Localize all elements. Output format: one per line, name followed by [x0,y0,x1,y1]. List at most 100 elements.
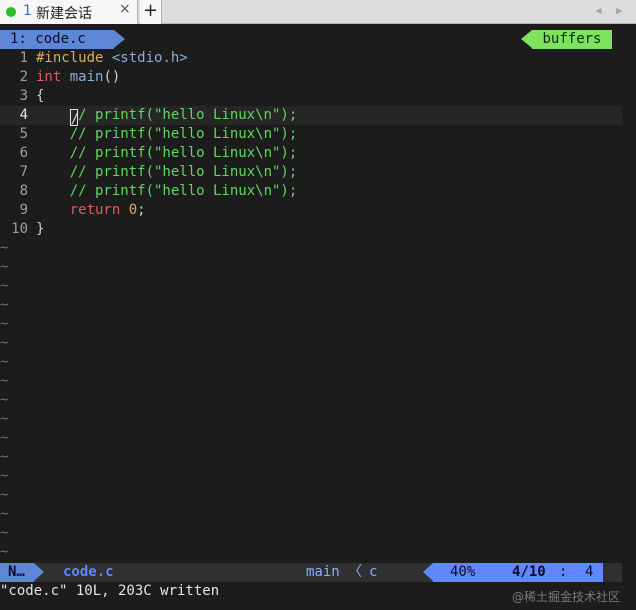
tab-number: 1 [23,3,32,19]
line-number: 2 [19,69,28,85]
close-icon[interactable]: × [119,1,131,17]
empty-line-marker: ~ [0,411,9,427]
editor-pane[interactable]: 1 #include <stdio.h> 2 int main() 3{4 // pri… [0,49,622,562]
code-token: int [36,69,62,85]
code-line[interactable]: 5 // printf("hello Linux\n"); [0,125,622,144]
code-text: // printf("hello Linux\n"); [36,163,298,182]
code-line[interactable]: 6 // printf("hello Linux\n"); [0,144,622,163]
empty-line-marker: ~ [0,297,9,313]
code-text: // printf("hello Linux\n"); [36,144,298,163]
code-line[interactable]: 4 // printf("hello Linux\n"); [0,106,622,127]
code-text: return 0; [36,201,146,220]
code-token: main [69,69,104,85]
code-text: // printf("hello Linux\n"); [36,106,298,127]
code-token: { [36,88,45,104]
empty-line-marker: ~ [0,468,9,484]
buffer-tab-active[interactable]: 1: code.c [0,30,114,49]
status-separator: 〈 [348,564,362,580]
terminal-tab[interactable]: 1 新建会话 × [0,0,138,24]
session-status-icon [6,7,16,17]
code-token: 0 [128,202,138,218]
status-filename: code.c [63,564,114,580]
code-token: } [36,221,45,237]
empty-line-marker: ~ [0,392,9,408]
code-text: // printf("hello Linux\n"); [36,125,298,144]
status-filetype: c [369,564,378,580]
vim-statusline: N… code.c main 〈 c 40% 4/10 : 4 [0,563,622,582]
empty-line-marker: ~ [0,335,9,351]
code-text: { [36,87,44,106]
code-text: } [36,220,44,239]
empty-line-marker: ~ [0,259,9,275]
code-token: ; [137,202,146,218]
empty-line-marker: ~ [0,430,9,446]
status-colon: : [559,564,568,580]
status-function: main [306,564,340,580]
code-text: int main() [36,68,120,87]
code-token: / printf("hello Linux\n"); [78,107,298,123]
code-line[interactable]: 1 #include <stdio.h> [0,49,622,68]
empty-line-marker: ~ [0,544,9,560]
code-text: // printf("hello Linux\n"); [36,182,298,201]
empty-line-marker: ~ [0,316,9,332]
code-token: #include [36,50,104,66]
status-column: 4 [585,564,594,580]
empty-line-marker: ~ [0,278,9,294]
line-number: 7 [19,164,28,180]
code-line[interactable]: 8 // printf("hello Linux\n"); [0,182,622,201]
code-token: // printf("hello Linux\n"); [69,183,298,199]
tabline-right-separator [521,30,532,48]
vim-tabline: 1: code.c buffers [0,30,622,49]
code-token: // printf("hello Linux\n"); [69,164,298,180]
code-token: return [69,202,121,218]
line-number: 5 [19,126,28,142]
tab-title: 新建会话 [36,6,92,22]
line-number: 10 [11,221,28,237]
empty-line-marker: ~ [0,487,9,503]
line-number: 1 [19,50,28,66]
terminal-tabbar: 1 新建会话 × + ◀ ▶ [0,0,636,24]
mode-separator [34,563,44,581]
code-line[interactable]: 7 // printf("hello Linux\n"); [0,163,622,182]
buffers-label: buffers [532,30,612,49]
code-token: () [103,69,121,85]
empty-line-marker: ~ [0,449,9,465]
code-token: <stdio.h> [111,50,188,66]
status-percent: 40% [450,564,476,580]
empty-line-marker: ~ [0,506,9,522]
scroll-right-icon[interactable]: ▶ [616,4,623,17]
line-number: 3 [19,88,28,104]
line-number: 9 [19,202,28,218]
tabline-left-separator [114,30,125,48]
code-line[interactable]: 9 return 0; [0,201,622,220]
status-line-position: 4/10 [512,564,546,580]
empty-line-marker: ~ [0,373,9,389]
code-line[interactable]: 10} [0,220,622,239]
position-separator [423,563,433,581]
text-cursor: / [69,109,80,127]
code-line[interactable]: 3{ [0,87,622,106]
scroll-left-icon[interactable]: ◀ [595,4,602,17]
code-line[interactable]: 2 int main() [0,68,622,87]
code-token: // printf("hello Linux\n"); [69,126,298,142]
mode-indicator: N… [0,563,34,582]
new-tab-button[interactable]: + [140,0,162,24]
code-text: #include <stdio.h> [36,49,188,68]
empty-line-marker: ~ [0,525,9,541]
line-number: 8 [19,183,28,199]
empty-line-marker: ~ [0,354,9,370]
status-position-block: 40% 4/10 : 4 [433,563,603,582]
line-number: 4 [19,107,28,123]
code-token: // printf("hello Linux\n"); [69,145,298,161]
watermark: @稀土掘金技术社区 [512,590,621,604]
empty-line-marker: ~ [0,240,9,256]
